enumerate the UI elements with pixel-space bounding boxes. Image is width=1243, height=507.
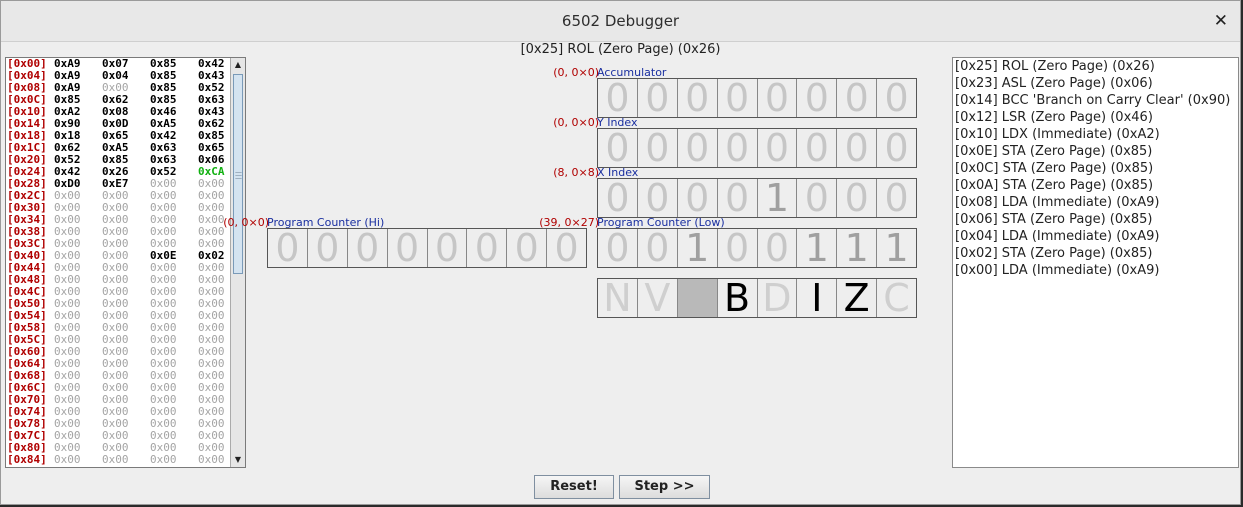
history-item[interactable]: [0x23] ASL (Zero Page) (0x06) [953, 75, 1238, 92]
register-bit: 0 [268, 229, 308, 267]
register-bits: 00000000 [597, 128, 917, 168]
history-item[interactable]: [0x0C] STA (Zero Page) (0x85) [953, 160, 1238, 177]
flag-unused [677, 279, 718, 317]
flag-v: V [638, 279, 678, 317]
register-bit: 0 [507, 229, 548, 267]
scrollbar-thumb[interactable]: — — — [233, 74, 243, 274]
flag-i: I [797, 279, 838, 317]
register-bit: 0 [718, 179, 758, 217]
flag-z: Z [837, 279, 878, 317]
flag-bits: NV BDIZC [597, 278, 917, 318]
register-bit: 0 [758, 79, 798, 117]
register-bit: 0 [678, 79, 718, 117]
history-item[interactable]: [0x25] ROL (Zero Page) (0x26) [953, 58, 1238, 75]
close-icon[interactable]: ✕ [1214, 11, 1228, 31]
register-bit: 0 [884, 176, 909, 220]
register-bit: 0 [758, 229, 798, 267]
register-bit: 0 [797, 79, 838, 117]
memory-byte: 0x00 [150, 453, 177, 466]
scroll-down-icon[interactable]: ▼ [231, 453, 245, 467]
register-bit: 0 [884, 126, 909, 170]
register-bit: 0 [718, 79, 758, 117]
register-bit: 0 [467, 229, 508, 267]
history-item[interactable]: [0x06] STA (Zero Page) (0x85) [953, 211, 1238, 228]
register-bit: 0 [638, 179, 678, 217]
history-item[interactable]: [0x0A] STA (Zero Page) (0x85) [953, 177, 1238, 194]
register-bit: 0 [718, 129, 758, 167]
register-value: (8, 0×8) [553, 166, 599, 179]
register-bit: 0 [598, 229, 638, 267]
history-items: [0x25] ROL (Zero Page) (0x26) [0x23] ASL … [953, 58, 1238, 279]
title-bar: 6502 Debugger ✕ [1, 1, 1240, 42]
register-bit: 0 [758, 129, 798, 167]
memory-scrollbar[interactable]: ▲ — — — ▼ [230, 58, 245, 467]
register-bit: 0 [884, 76, 909, 120]
register-bit: 0 [837, 129, 878, 167]
history-item[interactable]: [0x00] LDA (Immediate) (0xA9) [953, 262, 1238, 279]
flag-n: N [598, 279, 638, 317]
register-bit: 0 [428, 229, 468, 267]
memory-row: [0x84] 0x00 0x00 0x00 0x00 [6, 454, 232, 466]
grip-icon: — — — [235, 168, 242, 182]
register-bit: 0 [638, 229, 678, 267]
register-bit: 0 [837, 79, 878, 117]
instruction-history-list[interactable]: [0x25] ROL (Zero Page) (0x26) [0x23] ASL … [952, 57, 1239, 468]
register-bit: 0 [598, 79, 638, 117]
step-button[interactable]: Step >> [619, 475, 710, 499]
register-bits: 00001000 [597, 178, 917, 218]
history-item[interactable]: [0x10] LDX (Immediate) (0xA2) [953, 126, 1238, 143]
history-item[interactable]: [0x14] BCC 'Branch on Carry Clear' (0x90… [953, 92, 1238, 109]
register-bit: 0 [598, 129, 638, 167]
memory-byte: 0x00 [198, 453, 225, 466]
register-bits: 00000000 [597, 78, 917, 118]
register-bit: 0 [308, 229, 348, 267]
register-bit: 0 [638, 129, 678, 167]
history-item[interactable]: [0x12] LSR (Zero Page) (0x46) [953, 109, 1238, 126]
memory-address: [0x84] [7, 453, 47, 466]
register-bit: 0 [718, 229, 758, 267]
register-bit: 1 [797, 229, 838, 267]
memory-byte: 0x00 [102, 453, 129, 466]
register-value: (0, 0×0) [553, 66, 599, 79]
flag-d: D [758, 279, 798, 317]
register-bit: 0 [348, 229, 388, 267]
window-title: 6502 Debugger [561, 12, 680, 30]
history-item[interactable]: [0x0E] STA (Zero Page) (0x85) [953, 143, 1238, 160]
register-bit: 0 [598, 179, 638, 217]
register-bit: 0 [388, 229, 428, 267]
history-item[interactable]: [0x08] LDA (Immediate) (0xA9) [953, 194, 1238, 211]
register-bit: 0 [678, 129, 718, 167]
register-bit: 0 [797, 129, 838, 167]
register-bit: 0 [837, 179, 878, 217]
register-value: (39, 0×27) [539, 216, 599, 229]
reset-button[interactable]: Reset! [534, 475, 614, 499]
scroll-up-icon[interactable]: ▲ [231, 58, 245, 72]
register-bits: 00000000 [267, 228, 587, 268]
flag-b: B [718, 279, 758, 317]
current-instruction: [0x25] ROL (Zero Page) (0x26) [520, 42, 721, 57]
memory-rows: [0x00] 0xA9 0x07 0x85 0x42 [0x04] 0xA9 0x04 0x85… [6, 58, 232, 466]
register-bit: 0 [797, 179, 838, 217]
register-bit: 0 [554, 226, 579, 270]
debugger-window: 6502 Debugger ✕ [0x25] ROL (Zero Page) (… [0, 0, 1241, 505]
history-item[interactable]: [0x04] LDA (Immediate) (0xA9) [953, 228, 1238, 245]
register-bit: 0 [638, 79, 678, 117]
memory-panel[interactable]: [0x00] 0xA9 0x07 0x85 0x42 [0x04] 0xA9 0x04 0x85… [5, 57, 246, 468]
register-bit: 1 [837, 229, 878, 267]
register-bit: 1 [678, 229, 718, 267]
register-bit: 1 [884, 226, 909, 270]
register-value: (0, 0×0) [553, 116, 599, 129]
memory-byte: 0x00 [54, 453, 81, 466]
register-value: (0, 0×0) [223, 216, 269, 229]
history-item[interactable]: [0x02] STA (Zero Page) (0x85) [953, 245, 1238, 262]
flag-c: C [883, 276, 910, 320]
register-bit: 1 [758, 179, 798, 217]
register-bits: 00100111 [597, 228, 917, 268]
register-bit: 0 [678, 179, 718, 217]
